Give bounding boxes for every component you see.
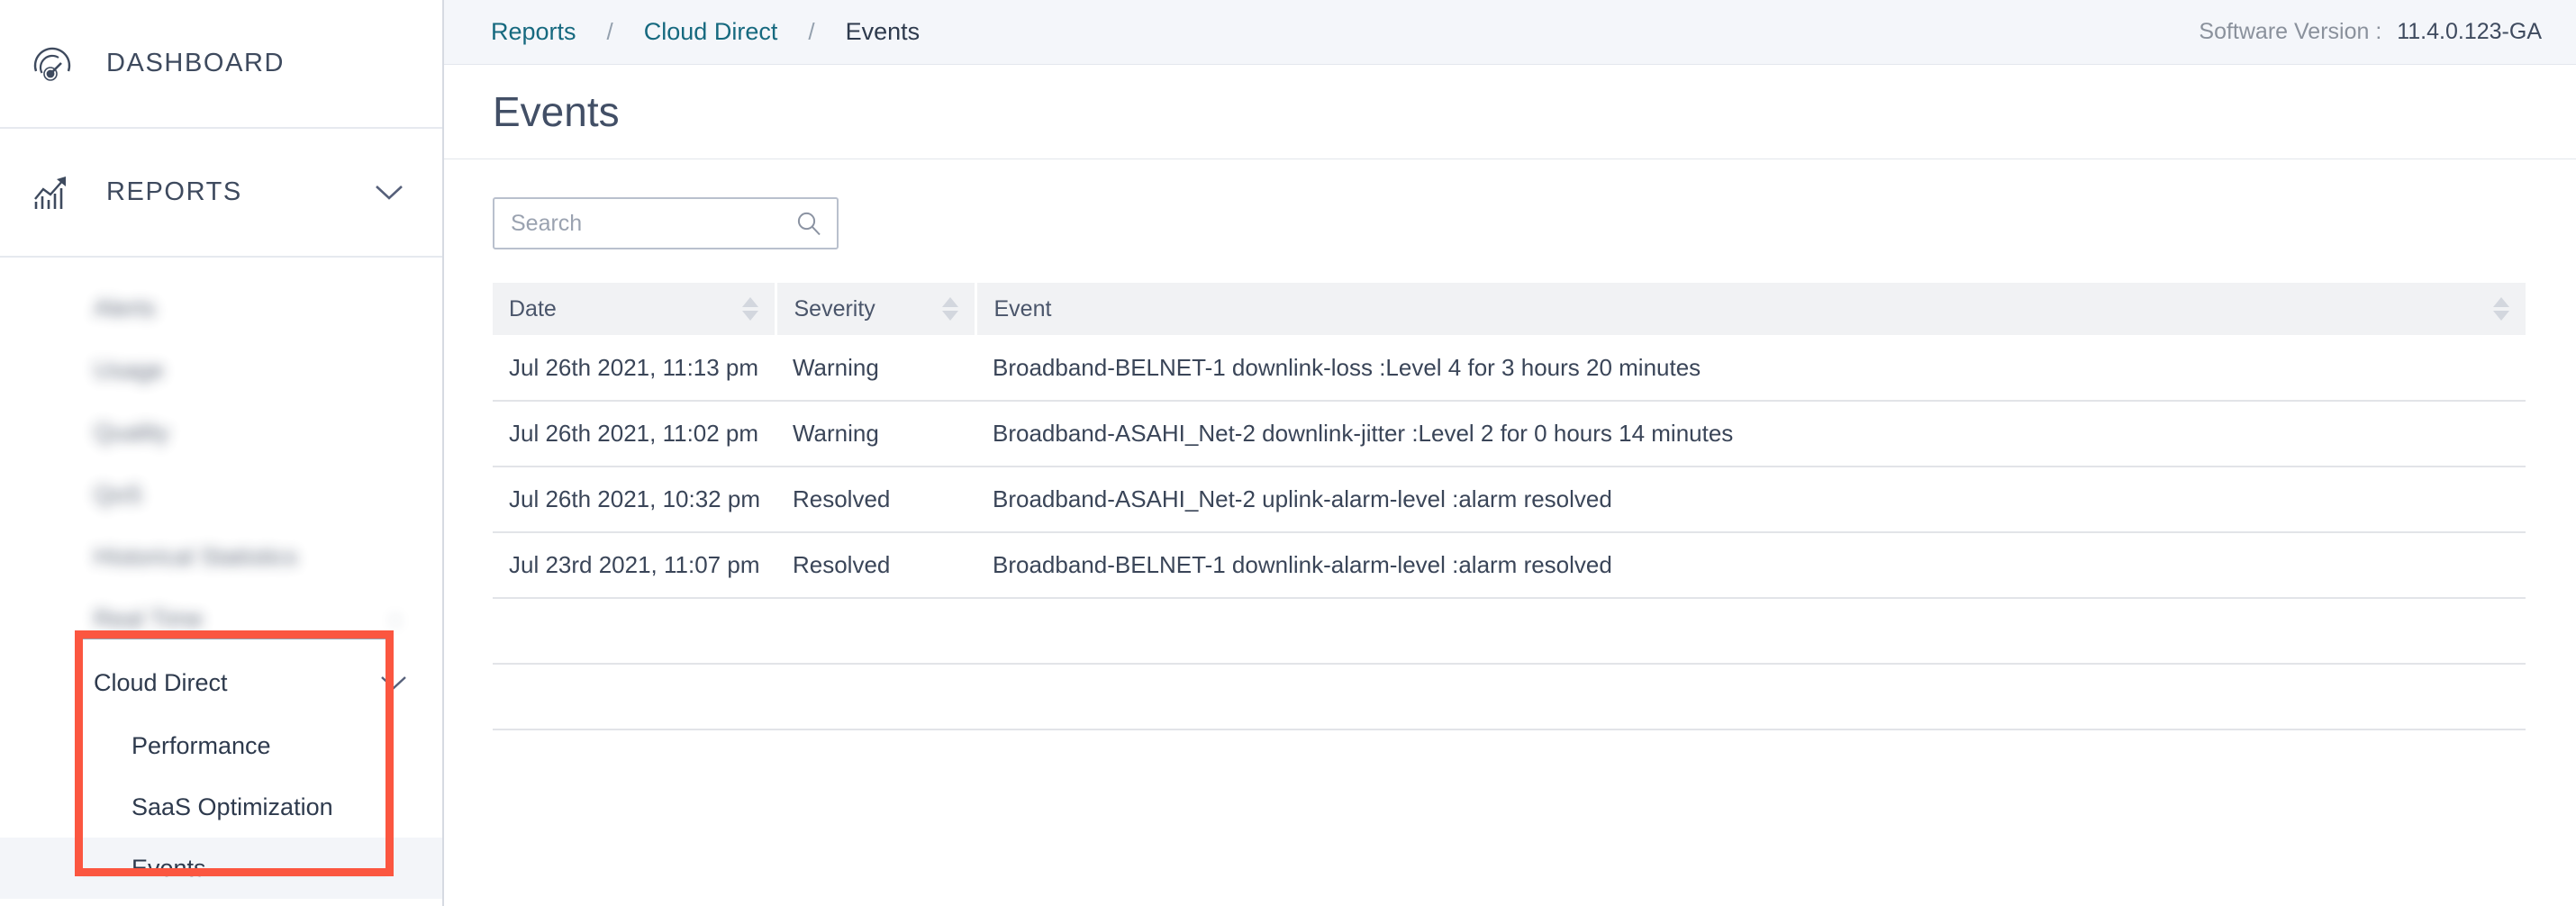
table-row[interactable]: Jul 26th 2021, 11:13 pm Warning Broadban… bbox=[493, 335, 2526, 402]
cell-date: Jul 26th 2021, 11:13 pm bbox=[493, 335, 776, 402]
sidebar-item-label: QoS bbox=[94, 481, 143, 508]
sidebar-section-reports[interactable]: REPORTS bbox=[0, 129, 442, 258]
app-root: DASHBOARD REPORTS Alerts Usage Quality Q… bbox=[0, 0, 2576, 906]
sidebar-nav-list: Alerts Usage Quality QoS Historical Stat… bbox=[0, 258, 442, 650]
sidebar-section-dashboard[interactable]: DASHBOARD bbox=[0, 0, 442, 129]
search-icon[interactable] bbox=[795, 210, 822, 237]
sidebar-item-label: Real Time bbox=[94, 605, 204, 632]
page-header: Events bbox=[444, 65, 2576, 159]
table-header-row: Date Severity Event bbox=[493, 283, 2526, 335]
sidebar-item-label: Events bbox=[132, 854, 206, 882]
table-body: Jul 26th 2021, 11:13 pm Warning Broadban… bbox=[493, 335, 2526, 730]
sidebar-item-label: Quality bbox=[94, 419, 170, 446]
gauge-icon bbox=[20, 43, 85, 85]
cell-empty bbox=[493, 664, 776, 730]
cell-date: Jul 26th 2021, 10:32 pm bbox=[493, 467, 776, 533]
breadcrumb-item-reports[interactable]: Reports bbox=[491, 18, 576, 46]
cell-date: Jul 26th 2021, 11:02 pm bbox=[493, 401, 776, 467]
sidebar-item-historical-statistics[interactable]: Historical Statistics bbox=[0, 526, 442, 588]
column-header-label: Date bbox=[509, 295, 557, 322]
cell-event: Broadband-BELNET-1 downlink-loss :Level … bbox=[975, 335, 2526, 402]
column-header-label: Severity bbox=[794, 295, 875, 322]
cell-severity: Resolved bbox=[776, 467, 976, 533]
sort-icon[interactable] bbox=[942, 297, 959, 321]
column-header-severity[interactable]: Severity bbox=[776, 283, 978, 335]
content-area: Date Severity Event bbox=[444, 159, 2576, 730]
cell-event: Broadband-BELNET-1 downlink-alarm-level … bbox=[975, 532, 2526, 599]
breadcrumb-item-events: Events bbox=[845, 18, 921, 45]
breadcrumb-separator: / bbox=[808, 18, 815, 45]
sidebar: DASHBOARD REPORTS Alerts Usage Quality Q… bbox=[0, 0, 444, 906]
chevron-right-icon: › bbox=[392, 606, 399, 631]
sidebar-item-alerts[interactable]: Alerts bbox=[0, 277, 442, 340]
page-title: Events bbox=[493, 88, 620, 135]
table-row[interactable]: Jul 26th 2021, 10:32 pm Resolved Broadba… bbox=[493, 467, 2526, 533]
cell-event: Broadband-ASAHI_Net-2 downlink-jitter :L… bbox=[975, 401, 2526, 467]
breadcrumb: Reports / Cloud Direct / Events bbox=[491, 18, 920, 46]
column-header-event[interactable]: Event bbox=[975, 283, 2526, 335]
sidebar-item-label: Historical Statistics bbox=[94, 543, 298, 570]
main-content: Reports / Cloud Direct / Events Software… bbox=[444, 0, 2576, 906]
table-head: Date Severity Event bbox=[493, 283, 2526, 335]
sidebar-item-qos[interactable]: QoS bbox=[0, 464, 442, 526]
sidebar-item-saas-optimization[interactable]: SaaS Optimization bbox=[0, 776, 442, 838]
sidebar-item-usage[interactable]: Usage bbox=[0, 340, 442, 402]
sidebar-item-quality[interactable]: Quality bbox=[0, 402, 442, 464]
breadcrumb-separator: / bbox=[606, 18, 613, 45]
sort-icon[interactable] bbox=[742, 297, 759, 321]
cell-empty bbox=[493, 598, 776, 665]
cell-severity: Warning bbox=[776, 335, 976, 402]
sidebar-item-events[interactable]: Events bbox=[0, 838, 442, 899]
cell-empty bbox=[776, 598, 976, 665]
sidebar-group-label: Cloud Direct bbox=[94, 668, 228, 696]
software-version-label: Software Version : bbox=[2199, 19, 2382, 44]
search-input[interactable] bbox=[494, 199, 837, 248]
sidebar-section-label: REPORTS bbox=[106, 177, 242, 206]
column-header-date[interactable]: Date bbox=[493, 283, 778, 335]
sidebar-group-cloud-direct[interactable]: Cloud Direct bbox=[0, 650, 442, 715]
cell-empty bbox=[776, 664, 976, 730]
cell-date: Jul 23rd 2021, 11:07 pm bbox=[493, 532, 776, 599]
sidebar-item-label: Usage bbox=[94, 357, 165, 384]
sidebar-item-label: Alerts bbox=[94, 294, 157, 322]
sidebar-item-label: SaaS Optimization bbox=[132, 793, 333, 820]
breadcrumb-item-cloud-direct[interactable]: Cloud Direct bbox=[644, 18, 778, 46]
software-version: Software Version : 11.4.0.123-GA bbox=[2199, 19, 2542, 45]
chevron-down-icon[interactable] bbox=[374, 183, 404, 203]
cell-empty bbox=[975, 598, 2526, 665]
sidebar-section-label: DASHBOARD bbox=[106, 49, 286, 77]
sort-icon[interactable] bbox=[2493, 297, 2509, 321]
sidebar-item-performance[interactable]: Performance bbox=[0, 715, 442, 776]
column-header-label: Event bbox=[993, 295, 1052, 322]
table-row[interactable]: Jul 23rd 2021, 11:07 pm Resolved Broadba… bbox=[493, 532, 2526, 599]
table-row-empty bbox=[493, 598, 2526, 665]
sidebar-item-real-time[interactable]: Real Time › bbox=[0, 588, 442, 650]
trend-chart-icon bbox=[20, 172, 85, 213]
table-row-empty bbox=[493, 664, 2526, 730]
topbar: Reports / Cloud Direct / Events Software… bbox=[444, 0, 2576, 65]
cell-empty bbox=[975, 664, 2526, 730]
sidebar-item-label: Performance bbox=[132, 731, 271, 759]
table-row[interactable]: Jul 26th 2021, 11:02 pm Warning Broadban… bbox=[493, 401, 2526, 467]
software-version-value: 11.4.0.123-GA bbox=[2397, 19, 2542, 44]
search-box[interactable] bbox=[493, 197, 839, 249]
cell-event: Broadband-ASAHI_Net-2 uplink-alarm-level… bbox=[975, 467, 2526, 533]
cell-severity: Resolved bbox=[776, 532, 976, 599]
chevron-down-icon[interactable] bbox=[379, 674, 408, 692]
events-table: Date Severity Event Jul 26th 2021, 11:13… bbox=[493, 283, 2526, 730]
cell-severity: Warning bbox=[776, 401, 976, 467]
